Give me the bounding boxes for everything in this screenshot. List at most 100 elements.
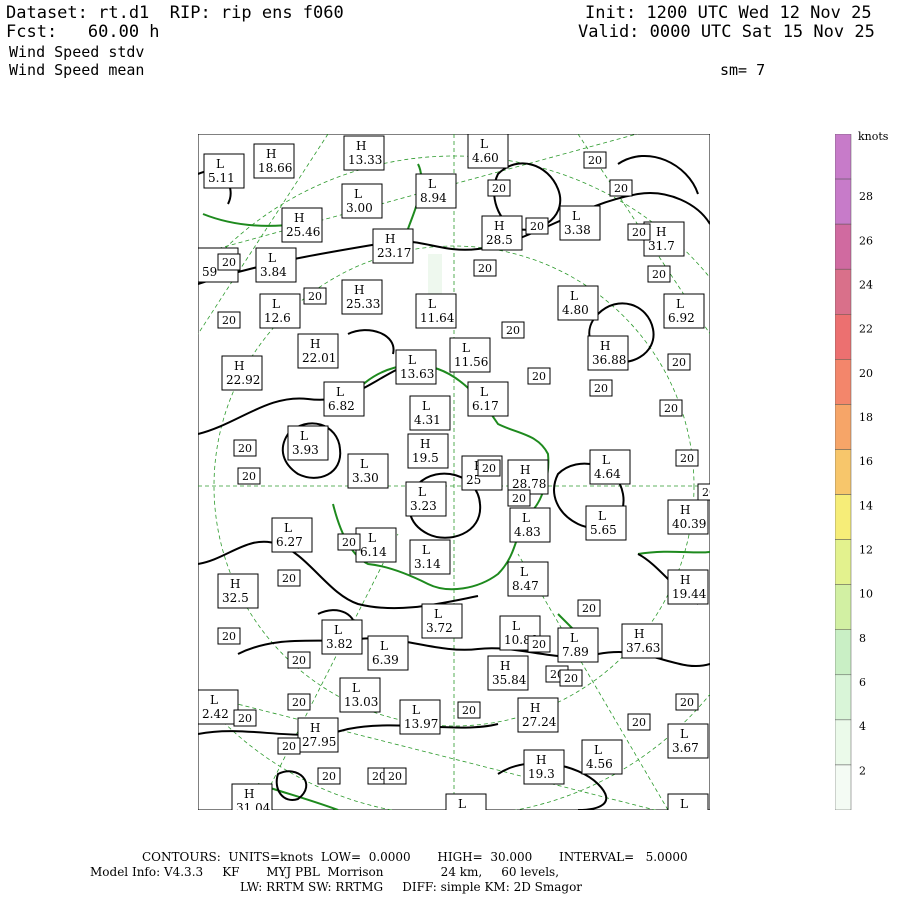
extremum-value: 6.39 [372, 653, 399, 667]
svg-text:20: 20 [482, 462, 496, 475]
extremum-value: 27.24 [522, 715, 557, 729]
contour-value-label: 20 [217, 627, 241, 645]
svg-text:20: 20 [564, 672, 578, 685]
extremum-value: 3.30 [352, 471, 379, 485]
extremum-value: 35.84 [492, 673, 527, 687]
extremum-value: 37.63 [626, 641, 660, 655]
extremum-value: 13.03 [344, 695, 378, 709]
svg-text:20: 20 [238, 442, 252, 455]
extremum-label: H19.44 [667, 569, 709, 605]
colorbar-swatch [835, 359, 852, 405]
extremum-label: L5.11 [203, 153, 245, 189]
svg-text:20: 20 [238, 712, 252, 725]
extremum-type: L [428, 297, 436, 311]
extremum-value: 4.31 [414, 413, 441, 427]
svg-text:20: 20 [532, 370, 546, 383]
extremum-label: L4.83 [509, 507, 551, 543]
extremum-label: L4.56 [581, 739, 623, 775]
extremum-value: 22.01 [302, 351, 336, 365]
extremum-type: L [210, 693, 218, 707]
svg-text:20: 20 [632, 226, 646, 239]
colorbar-swatch [835, 134, 852, 180]
svg-text:20: 20 [222, 314, 236, 327]
extremum-label: L3.67 [667, 723, 709, 759]
extremum-label: L3.82 [321, 619, 363, 655]
colorbar-tick-label: 6 [859, 676, 866, 689]
extremum-type: H [234, 359, 244, 373]
svg-text:20: 20 [632, 716, 646, 729]
extremum-value: 19.3 [528, 767, 555, 781]
extremum-type: H [500, 659, 510, 673]
extremum-type: L [602, 453, 610, 467]
extremum-label: H40.39 [667, 499, 709, 535]
extremum-value: 3.67 [672, 741, 699, 755]
contour-value-label: 20 [525, 217, 549, 235]
svg-text:20: 20 [672, 356, 686, 369]
extremum-type: L [300, 429, 308, 443]
extremum-type: L [284, 521, 292, 535]
colorbar-swatch [835, 539, 852, 585]
extremum-value: 6.14 [360, 545, 387, 559]
svg-text:20: 20 [308, 290, 322, 303]
extremum-value: 7.89 [562, 645, 589, 659]
extremum-value: 3.72 [426, 621, 453, 635]
extremum-value: 28.78 [512, 477, 546, 491]
extremum-type: H [310, 337, 320, 351]
colorbar-swatch [835, 674, 852, 721]
colorbar-tick-label: 28 [859, 190, 873, 203]
extremum-value: 28.5 [486, 233, 513, 247]
extremum-value: 13.97 [404, 717, 438, 731]
extremum-label: L3.72 [421, 603, 463, 639]
extremum-label: L3.23 [405, 481, 447, 517]
extremum-label: L12.6 [259, 293, 301, 329]
svg-text:20: 20 [614, 182, 628, 195]
colorbar-tick-label: 20 [859, 367, 873, 380]
extremum-label: L6.92 [663, 293, 705, 329]
extremum-type: L [268, 251, 276, 265]
extremum-value: 25.33 [346, 297, 380, 311]
extremum-value: 2.42 [202, 707, 229, 721]
colorbar-tick-label: 26 [859, 234, 873, 247]
extremum-label: H31.04 [231, 783, 273, 810]
extremum-label: H23.17 [372, 228, 414, 264]
extremum-label: L6.17 [467, 381, 509, 417]
svg-text:20: 20 [322, 770, 336, 783]
svg-text:20: 20 [680, 696, 694, 709]
extremum-label: H13.33 [343, 135, 385, 171]
colorbar-tick-label: 18 [859, 411, 873, 424]
extremum-label: H19.5 [407, 433, 449, 469]
extremum-label: H27.95 [297, 717, 339, 753]
contour-value-label: 20 [559, 669, 583, 687]
extremum-label: H22.92 [221, 355, 263, 391]
svg-text:20: 20 [292, 696, 306, 709]
contour-value-label: 20 [583, 151, 607, 169]
extremum-value: 3.00 [346, 201, 373, 215]
contour-value-label: 20 [317, 767, 341, 785]
colorbar-units: knots [858, 130, 889, 143]
extremum-type: L [570, 631, 578, 645]
field-mean-label: Wind Speed mean [9, 61, 145, 79]
extremum-label-box [667, 793, 709, 810]
extremum-label: L3.79 [667, 793, 709, 810]
svg-text:20: 20 [242, 470, 256, 483]
extremum-label: H28.78 [507, 459, 549, 495]
footer-contours: CONTOURS: UNITS=knots LOW= 0.0000 HIGH= … [142, 850, 688, 864]
svg-text:20: 20 [292, 654, 306, 667]
extremum-type: L [462, 341, 470, 355]
extremum-value: 6.17 [472, 399, 499, 413]
colorbar-swatch [835, 268, 852, 315]
forecast-hour-label: Fcst: 60.00 h [6, 22, 160, 42]
contour-value-label: 20 [233, 439, 257, 457]
svg-text:20: 20 [664, 402, 678, 415]
extremum-value: 19.44 [672, 587, 707, 601]
extremum-label: H36.88 [587, 335, 629, 371]
extremum-label: L3.14 [409, 539, 451, 575]
svg-text:20: 20 [222, 256, 236, 269]
extremum-value: 3.84 [260, 265, 287, 279]
extremum-value: 4.64 [594, 467, 621, 481]
extremum-type: H [266, 147, 276, 161]
extremum-type: H [420, 437, 430, 451]
extremum-type: H [600, 339, 610, 353]
extremum-type: L [408, 353, 416, 367]
svg-text:20: 20 [478, 262, 492, 275]
